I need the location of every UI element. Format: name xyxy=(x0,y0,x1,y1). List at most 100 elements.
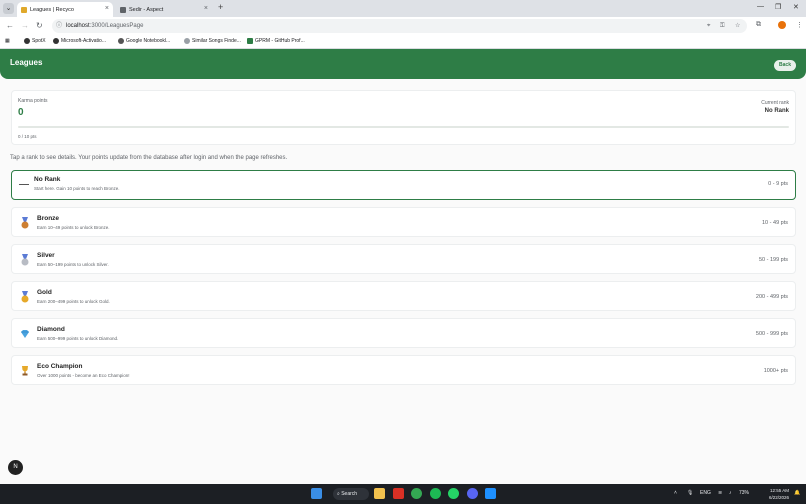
rank-points-range: 0 - 9 pts xyxy=(768,181,788,187)
clock-time: 12:55 AM xyxy=(769,488,789,493)
back-button[interactable]: Back xyxy=(774,60,796,71)
window-close-icon[interactable]: ✕ xyxy=(793,3,799,11)
chevron-up-icon[interactable]: ˄ xyxy=(674,490,677,496)
discord-icon[interactable] xyxy=(467,488,478,499)
rank-points-range: 1000+ pts xyxy=(763,368,788,374)
apps-grid-icon[interactable]: ▦ xyxy=(5,38,10,44)
app-header: Leagues Back xyxy=(0,49,806,79)
rank-card-bronze[interactable]: Bronze Earn 10–49 points to unlock Bronz… xyxy=(11,207,796,237)
karma-progress-text: 0 / 10 pts xyxy=(18,134,37,139)
gear-favicon-icon xyxy=(120,6,126,13)
karma-card: Karma points 0 Current rank No Rank 0 / … xyxy=(11,90,796,145)
recyco-favicon-icon xyxy=(21,6,27,13)
dash-icon xyxy=(18,179,30,191)
karma-points-value: 0 xyxy=(18,107,24,118)
rank-name: Bronze xyxy=(37,215,60,222)
globe-icon xyxy=(184,38,190,44)
bookmark-label: Google Notebookl... xyxy=(126,38,171,44)
leagues-page: Leagues Back Karma points 0 Current rank… xyxy=(0,49,806,484)
url-field[interactable]: ⓘ localhost:3000/LeaguesPage ⌖ ⚿ ☆ xyxy=(52,19,747,33)
close-icon[interactable]: × xyxy=(105,5,109,12)
menu-kebab-icon[interactable]: ⋮ xyxy=(796,21,803,29)
next-devtools-button[interactable]: N xyxy=(8,460,23,475)
karma-progress-bar xyxy=(18,126,789,128)
windows-start-icon[interactable] xyxy=(311,488,322,499)
bookmark-google-notebooklm[interactable]: Google Notebookl... xyxy=(118,38,170,44)
extensions-icon[interactable]: ⧉ xyxy=(756,21,761,29)
spotify-icon[interactable] xyxy=(430,488,441,499)
vscode-icon[interactable] xyxy=(485,488,496,499)
rank-points-range: 50 - 199 pts xyxy=(758,257,788,263)
rank-card-eco-champion[interactable]: Eco Champion Over 1000 points - become a… xyxy=(11,355,796,385)
rank-card-gold[interactable]: Gold Earn 200–499 points to unlock Gold.… xyxy=(11,281,796,311)
karma-points-label: Karma points xyxy=(18,98,48,104)
notebook-icon xyxy=(118,38,124,44)
rank-description: Earn 10–49 points to unlock Bronze. xyxy=(37,225,110,230)
gold-medal-icon xyxy=(19,291,31,303)
bookmark-similar-songs[interactable]: Similar Songs Finde... xyxy=(184,38,241,44)
rank-description: Earn 500–999 points to unlock Diamond. xyxy=(37,336,119,341)
maximize-icon[interactable]: ❐ xyxy=(775,3,781,11)
microphone-icon[interactable]: 🎙 xyxy=(687,490,693,496)
url-host: localhost xyxy=(66,23,90,29)
address-bar-row: ← → ↻ ⓘ localhost:3000/LeaguesPage ⌖ ⚿ ☆… xyxy=(0,17,806,35)
rank-name: No Rank xyxy=(34,176,61,183)
tab-leagues[interactable]: Leagues | Recyco × xyxy=(17,2,113,17)
site-info-icon[interactable]: ⓘ xyxy=(56,19,62,33)
back-arrow-icon[interactable]: ← xyxy=(6,21,14,30)
lasso-app-icon[interactable] xyxy=(393,488,404,499)
file-explorer-icon[interactable] xyxy=(374,488,385,499)
tab-search-button[interactable]: ⌄ xyxy=(3,3,14,14)
browser-tab-bar: ⌄ Leagues | Recyco × Sedir - Aspect × + … xyxy=(0,0,806,17)
password-key-icon[interactable]: ⚿ xyxy=(720,19,725,33)
reload-icon[interactable]: ↻ xyxy=(36,21,43,30)
whatsapp-icon[interactable] xyxy=(448,488,459,499)
new-tab-icon[interactable]: + xyxy=(218,2,223,12)
profile-avatar[interactable] xyxy=(778,21,786,29)
language-indicator[interactable]: ENG xyxy=(700,490,711,496)
chrome-icon[interactable] xyxy=(411,488,422,499)
github-icon xyxy=(24,38,30,44)
rank-points-range: 10 - 49 pts xyxy=(762,220,788,226)
github-icon xyxy=(53,38,59,44)
minimize-icon[interactable]: — xyxy=(757,3,764,10)
page-title: Leagues xyxy=(10,58,43,67)
rank-description: Start here. Gain 10 points to reach Bron… xyxy=(34,186,120,191)
bookmark-label: Microsoft-Activatio... xyxy=(61,38,107,44)
volume-icon[interactable]: ♪ xyxy=(729,490,732,496)
bookmark-label: Similar Songs Finde... xyxy=(192,38,241,44)
battery-level[interactable]: 73% xyxy=(739,490,749,496)
forward-arrow-icon[interactable]: → xyxy=(21,21,29,30)
clock[interactable]: 12:55 AM 6/22/2026 xyxy=(765,487,789,501)
search-label: Search xyxy=(341,491,358,497)
bookmark-star-icon[interactable]: ☆ xyxy=(735,19,740,33)
close-icon[interactable]: × xyxy=(204,5,208,12)
wifi-icon[interactable]: ≋ xyxy=(718,490,722,496)
rank-points-range: 200 - 499 pts xyxy=(755,294,788,300)
rank-card-diamond[interactable]: Diamond Earn 500–999 points to unlock Di… xyxy=(11,318,796,348)
rank-name: Eco Champion xyxy=(37,363,83,370)
rank-card-no-rank[interactable]: No Rank Start here. Gain 10 points to re… xyxy=(11,170,796,200)
bookmark-label: SpotX xyxy=(32,38,46,44)
bookmark-spotx[interactable]: SpotX xyxy=(24,38,46,44)
clock-date: 6/22/2026 xyxy=(768,495,789,500)
bookmark-label: GPRM - GitHub Prof... xyxy=(255,38,305,44)
tab-sedir[interactable]: Sedir - Aspect × xyxy=(116,2,212,17)
current-rank-value: No Rank xyxy=(764,108,789,114)
url-path: :3000/LeaguesPage xyxy=(89,23,144,29)
current-rank-label: Current rank xyxy=(761,100,789,106)
gprm-icon xyxy=(247,38,253,44)
bookmarks-bar: ▦ SpotX Microsoft-Activatio... Google No… xyxy=(0,35,806,49)
hint-text: Tap a rank to see details. Your points u… xyxy=(10,155,288,161)
rank-name: Gold xyxy=(37,289,52,296)
rank-name: Silver xyxy=(37,252,55,259)
tab-title: Sedir - Aspect xyxy=(129,6,164,13)
rank-card-silver[interactable]: Silver Earn 50–199 points to unlock Silv… xyxy=(11,244,796,274)
notification-bell-icon[interactable]: 🔔 xyxy=(794,490,800,496)
taskbar-search[interactable]: ⌕ Search xyxy=(333,488,369,500)
silver-medal-icon xyxy=(19,254,31,266)
location-icon[interactable]: ⌖ xyxy=(707,19,710,33)
os-taskbar: ⌕ Search ˄ 🎙 ENG ≋ ♪ 73% 12:55 AM 6/22/2… xyxy=(0,484,806,504)
bookmark-microsoft-activation[interactable]: Microsoft-Activatio... xyxy=(53,38,106,44)
bookmark-gprm-github[interactable]: GPRM - GitHub Prof... xyxy=(247,38,305,44)
